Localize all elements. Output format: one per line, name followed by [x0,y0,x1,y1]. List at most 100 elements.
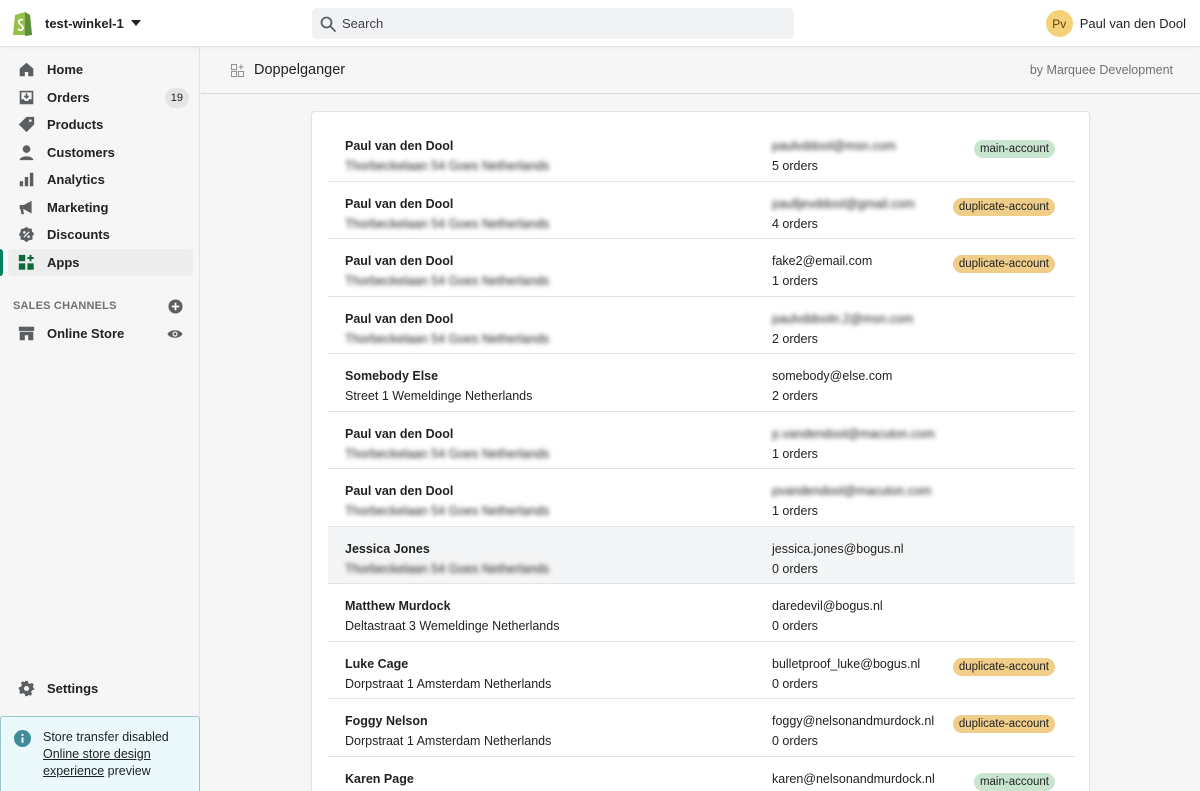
customer-row[interactable]: Paul van den Dool Thorbeckelaan 54 Goes N… [328,239,1075,297]
duplicate-account-badge: duplicate-account [952,715,1055,733]
sidebar-item-analytics[interactable]: Analytics [8,166,193,194]
gear-icon [18,681,35,697]
caret-down-icon[interactable] [130,20,141,26]
customer-name: Luke Cage [345,656,409,671]
sidebar-item-orders[interactable]: Orders 19 [8,84,193,112]
customer-address: Thorbeckelaan 54 Goes Netherlands [345,159,550,173]
customer-name: Paul van den Dool [345,484,454,498]
customer-name: Paul van den Dool [345,196,454,211]
sidebar-item-products[interactable]: Products [8,111,193,139]
megaphone-icon [19,200,32,215]
sidebar-item-apps[interactable]: Apps [0,248,193,276]
customer-row[interactable]: Jessica Jones Thorbeckelaan 54 Goes Nethe… [328,526,1075,584]
sidebar-item-customers[interactable]: Customers [8,139,193,167]
sidebar-item-label: Online Store [47,326,125,342]
sidebar-item-label: Home [47,62,84,78]
sidebar-nav: Home Orders 19 Products Customers Analyt… [0,56,193,276]
customer-row[interactable]: Paul van den Dool Thorbeckelaan 54 Goes N… [328,412,1075,469]
customer-name: Paul van den Dool [345,139,454,153]
sidebar-item-label: Marketing [47,199,109,215]
sidebar-item-label: Analytics [47,172,105,188]
sidebar-item-settings-wrap: Settings [8,675,193,703]
user-name[interactable]: Paul van den Dool [1080,16,1186,31]
customer-order-count: 2 orders [772,389,818,403]
app-title: Doppelganger [254,62,346,78]
customer-row[interactable]: Paul van den Dool Thorbeckelaan 54 Goes N… [328,297,1075,354]
apps-icon [18,254,34,270]
customer-address: Street 1 Wemeldinge Netherlands [345,389,533,403]
customer-email: p.vandendool@macuton.com [772,426,935,441]
search-icon [320,16,336,32]
sidebar-item-label: Apps [47,254,80,270]
customer-address: Thorbeckelaan 54 Goes Netherlands [345,331,550,346]
sidebar-item-online-store-wrap: Online Store [8,320,193,348]
customer-row[interactable]: Matthew Murdock Deltastraat 3 Wemeldinge … [328,584,1075,642]
customer-address: Dorpstraat 1 Amsterdam Netherlands [345,676,552,691]
customer-email: karen@nelsonandmurdock.nl [772,771,935,786]
avatar[interactable]: Pv [1045,10,1073,37]
sidebar-item-label: Orders [47,89,90,105]
customer-email: fake2@email.com [772,254,873,268]
main-account-badge: main-account [973,772,1055,791]
customer-address: Thorbeckelaan 54 Goes Netherlands [345,274,550,288]
duplicate-account-badge: duplicate-account [952,255,1055,273]
sidebar-item-label: Customers [47,144,115,160]
duplicate-account-badge: duplicate-account [952,197,1055,216]
customer-email: paulljevddool@gmail.com [772,196,915,211]
customer-order-count: 1 orders [772,274,818,288]
orders-icon [19,90,34,105]
customer-row[interactable]: Somebody Else Street 1 Wemeldinge Netherl… [328,354,1075,412]
sidebar-item-settings[interactable]: Settings [8,675,193,703]
customer-row[interactable]: Luke Cage Dorpstraat 1 Amsterdam Netherla… [328,642,1075,699]
user-menu[interactable]: Pv Paul van den Dool [1045,10,1186,37]
store-switcher[interactable]: test-winkel-1 [10,9,141,37]
add-circle-icon[interactable] [168,298,183,314]
main-account-badge: main-account [973,140,1055,158]
customer-row[interactable]: Karen Page karen@nelsonandmurdock.nl main-… [328,757,1075,791]
customer-row[interactable]: Foggy Nelson Dorpstraat 1 Amsterdam Nethe… [328,699,1075,757]
customer-address: Thorbeckelaan 54 Goes Netherlands [345,561,550,576]
customer-order-count: 0 orders [772,734,818,748]
customer-name: Somebody Else [345,369,439,383]
tag-icon [18,117,35,133]
app-header: Doppelganger by Marquee Development [201,47,1200,94]
eye-icon[interactable] [167,326,183,342]
sidebar: Home Orders 19 Products Customers Analyt… [0,47,200,791]
customer-name: Jessica Jones [345,541,430,556]
discount-icon [18,227,35,243]
sidebar-item-online-store[interactable]: Online Store [8,320,193,348]
customer-row[interactable]: Paul van den Dool Thorbeckelaan 54 Goes N… [328,124,1075,182]
app-grid-icon [231,64,244,77]
customer-order-count: 0 orders [772,561,818,576]
customer-order-count: 5 orders [772,159,818,173]
sidebar-item-marketing[interactable]: Marketing [8,194,193,222]
customer-email: pvandendool@macuton.com [772,484,932,498]
customer-order-count: 2 orders [772,331,818,346]
customer-row[interactable]: Paul van den Dool Thorbeckelaan 54 Goes N… [328,182,1075,239]
customer-name: Foggy Nelson [345,714,428,728]
sidebar-item-label: Settings [47,681,99,697]
store-name[interactable]: test-winkel-1 [45,16,124,31]
search-bar[interactable] [312,8,794,39]
customer-address: Thorbeckelaan 54 Goes Netherlands [345,216,550,231]
customer-address: Dorpstraat 1 Amsterdam Netherlands [345,734,552,748]
customer-name: Paul van den Dool [345,254,454,268]
customer-address: Thorbeckelaan 54 Goes Netherlands [345,446,550,461]
customer-address: Deltastraat 3 Wemeldinge Netherlands [345,619,560,633]
notice-body: Online store design experience preview [43,746,189,780]
home-icon [19,62,34,77]
sidebar-item-label: Products [47,117,104,133]
customer-order-count: 4 orders [772,216,818,231]
sidebar-item-discounts[interactable]: Discounts [8,221,193,249]
app-developer: by Marquee Development [1029,63,1173,77]
customer-email: somebody@else.com [772,369,893,383]
top-bar: test-winkel-1 Pv Paul van den Dool [0,0,1200,47]
search-input[interactable] [342,16,782,31]
customer-address: Thorbeckelaan 54 Goes Netherlands [345,504,550,518]
store-icon [18,326,35,341]
customer-order-count: 0 orders [772,676,818,691]
notice-suffix: preview [107,764,151,778]
customer-row[interactable]: Paul van den Dool Thorbeckelaan 54 Goes N… [328,469,1075,527]
bar-chart-icon [19,172,34,187]
sidebar-item-home[interactable]: Home [8,56,193,84]
